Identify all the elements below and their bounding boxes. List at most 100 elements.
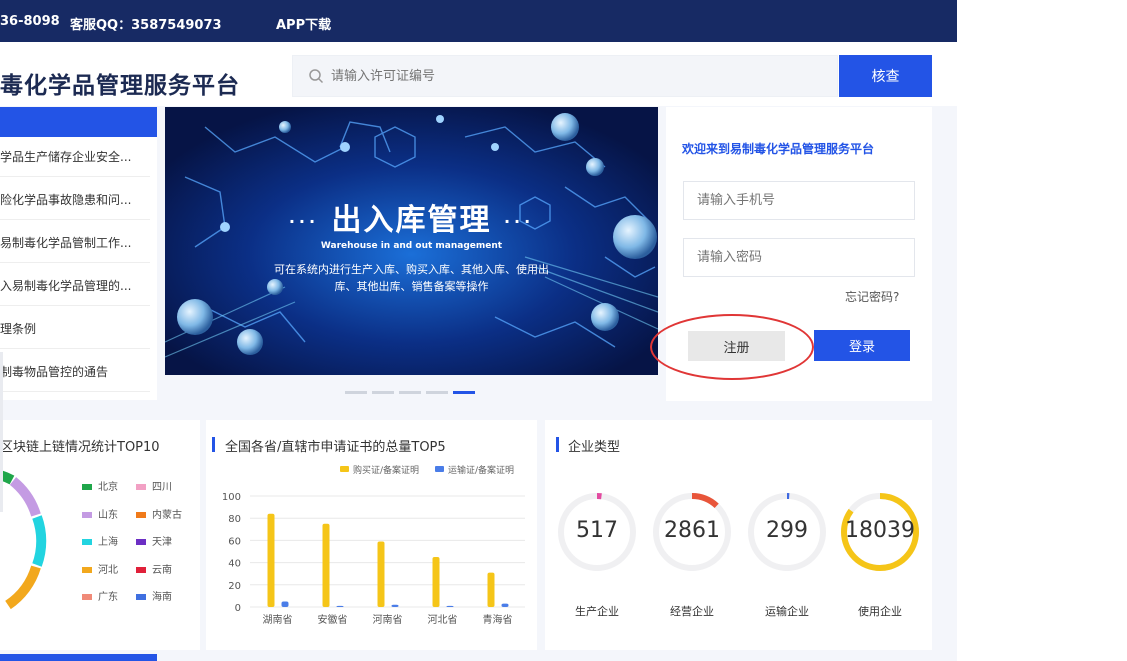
legend-label: 四川 [152, 482, 172, 493]
y-tick-label: 0 [235, 603, 241, 614]
phone-input[interactable] [683, 181, 915, 220]
x-tick-label: 青海省 [483, 613, 513, 626]
gauge-value: 299 [766, 518, 808, 543]
legend-item: 天津 [136, 533, 172, 548]
legend-label: 天津 [152, 537, 172, 548]
bar-series-2 [446, 605, 454, 607]
x-tick-label: 湖南省 [263, 613, 293, 626]
forgot-password-link[interactable]: 忘记密码? [845, 288, 899, 305]
legend-item: 山东 [82, 506, 118, 521]
section-bar [212, 437, 215, 452]
certificates-title: 全国各省/直辖市申请证书的总量TOP5 [225, 440, 446, 455]
blockchain-donut [0, 470, 47, 610]
title-dots-left: ··· [288, 212, 320, 231]
news-item[interactable]: 易制毒化学品管制工作... [0, 223, 150, 263]
legend-item: 北京 [82, 478, 118, 493]
top-bar: 36-8098 客服QQ：3587549073 APP下载 [0, 0, 957, 42]
legend-swatch [82, 566, 92, 573]
annotation-circle [650, 314, 814, 380]
banner-title-text: 出入库管理 [331, 203, 492, 238]
gauge-label: 运输企业 [765, 605, 809, 618]
site-title: 毒化学品管理服务平台 [0, 73, 240, 99]
bar-series-2 [501, 603, 509, 607]
legend-item: 河北 [82, 561, 118, 576]
gauge-value: 2861 [664, 518, 720, 543]
password-input[interactable] [683, 238, 915, 277]
banner-carousel[interactable]: ··· 出入库管理 ··· Warehouse in and out manag… [165, 107, 658, 375]
section-bar [556, 437, 559, 452]
hotline-text: 36-8098 [0, 14, 60, 29]
carousel-dot[interactable] [372, 391, 394, 394]
bar-series-1 [267, 513, 275, 607]
bottom-panel-header [0, 654, 157, 661]
license-search-input[interactable] [331, 56, 831, 96]
carousel-indicators [345, 391, 485, 395]
x-tick-label: 河南省 [373, 613, 403, 626]
search-box[interactable] [292, 55, 838, 97]
legend-label: 北京 [98, 482, 118, 493]
gauge-label: 生产企业 [575, 605, 619, 618]
legend-item: 海南 [136, 588, 172, 603]
legend-label: 海南 [152, 592, 172, 603]
legend-label: 广东 [98, 592, 118, 603]
carousel-dot[interactable] [453, 391, 475, 394]
page: 36-8098 客服QQ：3587549073 APP下载 毒化学品管理服务平台… [0, 0, 1127, 661]
legend-swatch [340, 466, 349, 472]
legend-label: 内蒙古 [152, 509, 182, 521]
legend-label: 河北 [98, 564, 118, 576]
news-item[interactable]: 学品生产储存企业安全... [0, 137, 150, 177]
legend-item: 广东 [82, 588, 118, 603]
y-tick-label: 100 [222, 492, 241, 503]
title-dots-right: ··· [503, 212, 535, 231]
bar-series-2 [391, 604, 399, 607]
donut-segment-shandong [9, 477, 41, 517]
donut-segment-shanghai [32, 515, 47, 567]
y-tick-label: 20 [228, 581, 241, 592]
bar-series-1 [322, 523, 330, 607]
legend-item: 云南 [136, 561, 172, 576]
legend-swatch [136, 566, 146, 573]
news-item[interactable]: 入易制毒化学品管理的... [0, 266, 150, 306]
certificates-bar-chart: 购买证/备案证明 运输证/备案证明 100 80 60 40 20 0 湖南省 安徽省 河南省 河北省… [222, 464, 525, 626]
gauge-label: 经营企业 [670, 605, 714, 618]
blockchain-title: 区块链上链情况统计TOP10 [0, 440, 160, 455]
x-tick-label: 安徽省 [318, 613, 348, 626]
x-tick-label: 河北省 [428, 613, 458, 626]
news-panel-header [0, 107, 157, 137]
y-tick-label: 40 [228, 559, 241, 570]
company-types-title: 企业类型 [568, 440, 621, 455]
bar-series-2 [281, 601, 289, 607]
legend-item: 内蒙古 [136, 506, 182, 521]
gauge-value: 517 [576, 518, 618, 543]
verify-button[interactable]: 核查 [839, 55, 932, 97]
legend-swatch [136, 484, 146, 490]
search-icon [309, 69, 324, 84]
gauge-label: 使用企业 [858, 605, 902, 618]
legend-swatch [136, 539, 146, 545]
legend-label: 运输证/备案证明 [448, 464, 514, 476]
carousel-dot[interactable] [426, 391, 448, 394]
y-tick-label: 60 [228, 536, 241, 547]
banner-subtitle: Warehouse in and out management [320, 241, 503, 251]
legend-swatch [136, 511, 146, 518]
news-item[interactable]: 制毒物品管控的通告 [0, 352, 150, 392]
left-edge-shadow [0, 352, 3, 512]
legend-item: 上海 [82, 533, 118, 548]
legend-swatch [136, 594, 146, 600]
legend-swatch [82, 594, 92, 600]
app-download-link[interactable]: APP下载 [276, 14, 331, 33]
carousel-dot[interactable] [345, 391, 367, 394]
donut-segment-hebei [5, 565, 41, 610]
legend-label: 山东 [98, 509, 118, 521]
login-title: 欢迎来到易制毒化学品管理服务平台 [682, 142, 875, 156]
login-button[interactable]: 登录 [814, 330, 910, 361]
news-item[interactable]: 险化学品事故隐患和问... [0, 180, 150, 220]
bar-series-1 [487, 572, 495, 607]
customer-qq-text: 客服QQ：3587549073 [70, 18, 222, 33]
carousel-dot[interactable] [399, 391, 421, 394]
news-item[interactable]: 理条例 [0, 309, 150, 349]
banner-title: ··· 出入库管理 ··· [165, 195, 658, 239]
gauge-value: 18039 [845, 518, 915, 543]
legend-swatch [82, 484, 92, 490]
legend-label: 购买证/备案证明 [353, 464, 419, 476]
